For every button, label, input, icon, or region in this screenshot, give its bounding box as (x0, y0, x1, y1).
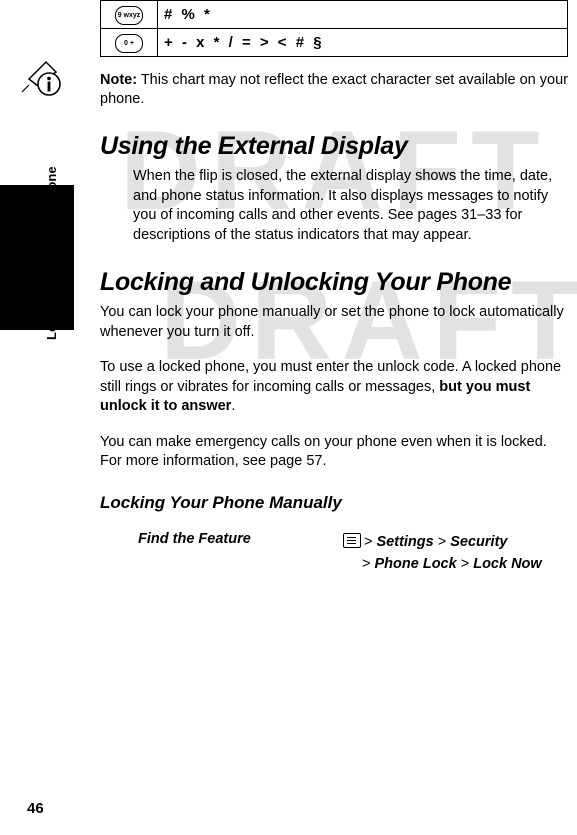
path-line2-prefix: > (362, 555, 375, 572)
menu-key-icon (343, 532, 361, 548)
page-content: 9 wxyz # % * 0 + + - x * / = > < # § Not… (100, 0, 568, 572)
table-row: 9 wxyz # % * (100, 0, 568, 29)
path-lock-now: Lock Now (473, 555, 542, 572)
external-display-paragraph: When the flip is closed, the external di… (133, 168, 553, 243)
page-title-locking: Locking and Unlocking Your Phone (100, 268, 512, 296)
path-line1-prefix: > (364, 533, 377, 550)
note-tab-block (0, 185, 74, 330)
table-row: 0 + + - x * / = > < # § (100, 28, 568, 57)
path-security: Security (450, 533, 508, 550)
path-settings: Settings (376, 533, 434, 550)
page-number: 46 (27, 800, 44, 817)
locking-paragraph-2: To use a locked phone, you must enter th… (100, 358, 568, 417)
locking-p2-c: . (231, 398, 236, 414)
locking-paragraph-3: You can make emergency calls on your pho… (100, 433, 547, 470)
path-sep-1: > (433, 533, 451, 550)
key-9-icon: 9 wxyz (115, 6, 143, 25)
chars-cell: + - x * / = > < # § (157, 28, 568, 57)
locking-paragraph-1: You can lock your phone manually or set … (100, 304, 564, 340)
path-phone-lock: Phone Lock (374, 555, 457, 572)
note-label: Note: (100, 72, 138, 88)
find-the-feature-path: > Settings > Security > Phone Lock > Loc… (343, 531, 573, 575)
character-set-table: 9 wxyz # % * 0 + + - x * / = > < # § (100, 0, 568, 57)
key-cell: 9 wxyz (100, 0, 158, 29)
note-text: This chart may not reflect the exact cha… (100, 72, 568, 107)
subsection-locking-manually: Locking Your Phone Manually (100, 492, 342, 512)
chars-cell: # % * (157, 0, 568, 29)
key-cell: 0 + (100, 28, 158, 57)
chars-text: # % * (164, 5, 213, 23)
find-the-feature-label: Find the Feature (138, 530, 251, 547)
key-0-icon: 0 + (115, 34, 143, 53)
page-title-external-display: Using the External Display (100, 132, 408, 160)
path-sep-2: > (456, 555, 474, 572)
info-icon (20, 60, 61, 96)
note-paragraph: Note: This chart may not reflect the exa… (100, 71, 568, 109)
chars-text: + - x * / = > < # § (164, 33, 325, 51)
